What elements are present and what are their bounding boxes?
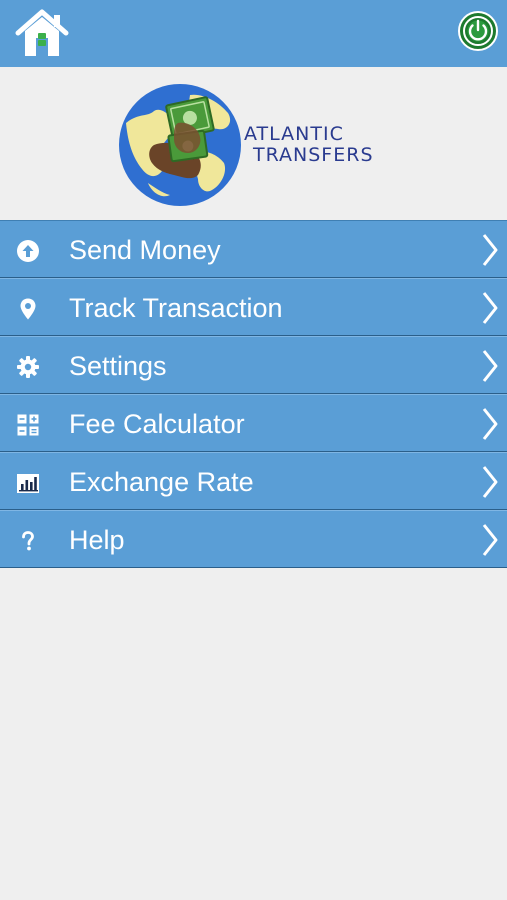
brand-line-1: ATLANTIC — [244, 123, 344, 145]
chevron-right-icon — [482, 524, 498, 556]
home-button[interactable] — [14, 9, 70, 59]
top-bar — [0, 0, 507, 67]
chevron-right-icon — [482, 292, 498, 324]
chevron-right-icon — [482, 408, 498, 440]
chevron-right-icon — [482, 466, 498, 498]
menu-item-label: Exchange Rate — [69, 467, 254, 497]
menu-item-label: Settings — [69, 351, 167, 381]
chevron-right-icon — [482, 350, 498, 382]
menu-item-label: Track Transaction — [69, 293, 283, 323]
bar-chart-icon — [17, 474, 39, 493]
chevron-right-icon — [482, 234, 498, 266]
question-mark-icon — [22, 531, 34, 551]
power-icon — [458, 11, 498, 51]
home-icon — [15, 9, 69, 56]
menu-item-send-money[interactable]: Send Money — [0, 220, 507, 278]
menu-item-help[interactable]: Help — [0, 510, 507, 568]
menu-item-settings[interactable]: Settings — [0, 336, 507, 394]
menu-item-label: Help — [69, 525, 125, 555]
menu-item-label: Fee Calculator — [69, 409, 245, 439]
upload-circle-icon — [17, 240, 39, 262]
logo-area: ATLANTIC TRANSFERS — [0, 67, 507, 220]
menu-item-exchange-rate[interactable]: Exchange Rate — [0, 452, 507, 510]
brand-line-2: TRANSFERS — [253, 144, 374, 166]
menu-item-track-transaction[interactable]: Track Transaction — [0, 278, 507, 336]
gear-icon — [17, 356, 39, 378]
menu-item-fee-calculator[interactable]: Fee Calculator — [0, 394, 507, 452]
location-pin-icon — [20, 298, 36, 320]
globe-money-logo — [119, 84, 241, 206]
main-menu: Send Money Track Transaction Settings Fe… — [0, 220, 507, 568]
power-button[interactable] — [457, 10, 499, 52]
calculator-icon — [17, 414, 39, 436]
brand-name: ATLANTIC TRANSFERS — [244, 124, 374, 166]
menu-item-label: Send Money — [69, 235, 221, 265]
